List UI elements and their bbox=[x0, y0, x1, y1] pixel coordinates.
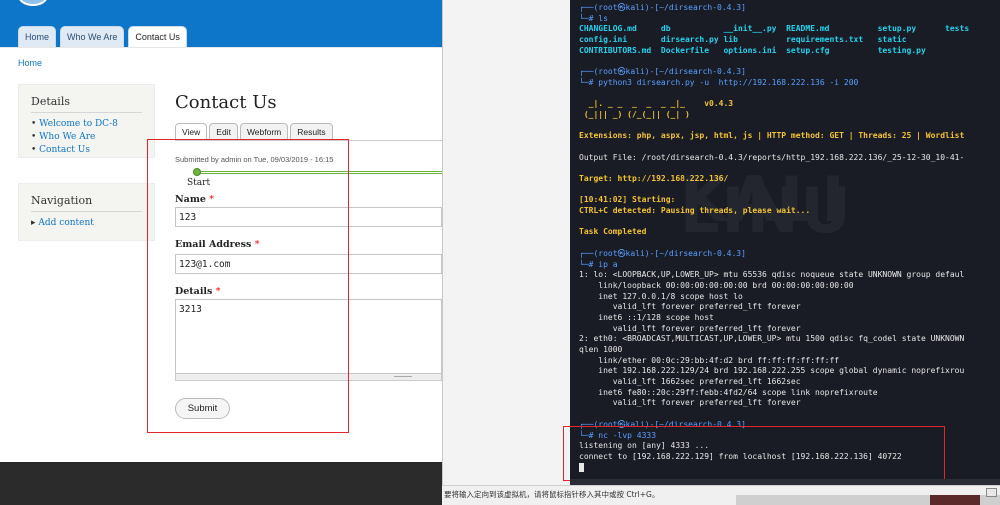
terminal-line: ┌──(root㉿kali)-[~/dirsearch-0.4.3] bbox=[579, 248, 746, 258]
terminal[interactable]: KALI LINU ┌──(root㉿kali)-[~/dirsearch-0.… bbox=[570, 0, 1000, 485]
navigation-block: Navigation Add content bbox=[18, 183, 155, 241]
terminal-line: valid_lft forever preferred_lft forever bbox=[579, 302, 801, 312]
terminal-line: inet 127.0.0.1/8 scope host lo bbox=[579, 291, 743, 301]
nav-tab-who-we-are[interactable]: Who We Are bbox=[60, 26, 125, 47]
terminal-line: inet6 fe80::20c:29ff:febb:4fd2/64 scope … bbox=[579, 387, 878, 397]
nav-link-add-content[interactable]: Add content bbox=[31, 218, 154, 228]
highlight-box-terminal bbox=[563, 426, 945, 481]
highlight-box-form bbox=[147, 139, 349, 433]
terminal-line: (_||| _) (/_(_|| (_| ) bbox=[579, 109, 690, 119]
divider bbox=[31, 211, 142, 212]
main-nav: Home Who We Are Contact Us bbox=[18, 26, 187, 47]
terminal-line: Extensions: php, aspx, jsp, html, js | H… bbox=[579, 131, 965, 141]
status-hint: 要将输入定向到该虚拟机，请将鼠标指针移入其中或按 Ctrl+G。 bbox=[444, 490, 660, 499]
divider bbox=[31, 112, 142, 113]
terminal-line: └─# ls bbox=[579, 13, 608, 23]
terminal-line: [10:41:02] Starting: bbox=[579, 195, 676, 205]
details-link-who-we-are[interactable]: Who We Are bbox=[31, 132, 154, 142]
terminal-line: _|. _ _ _ _ _ _|_ v0.4.3 bbox=[579, 99, 734, 109]
terminal-line: link/ether 00:0c:29:bb:4f:d2 brd ff:ff:f… bbox=[579, 355, 840, 365]
vm-blank-area bbox=[442, 0, 570, 485]
terminal-line: valid_lft forever preferred_lft forever bbox=[579, 398, 801, 408]
navigation-block-title: Navigation bbox=[31, 194, 93, 207]
terminal-line: valid_lft forever preferred_lft forever bbox=[579, 323, 801, 333]
breadcrumb-home-link[interactable]: Home bbox=[18, 58, 42, 68]
local-tasks: View Edit Webform Results bbox=[175, 123, 333, 140]
tab-results[interactable]: Results bbox=[290, 123, 333, 140]
site-header: Home Who We Are Contact Us bbox=[0, 0, 442, 47]
page-title: Contact Us bbox=[175, 92, 277, 113]
terminal-line: Target: http://192.168.222.136/ bbox=[579, 174, 729, 183]
details-block-title: Details bbox=[31, 95, 70, 108]
details-link-welcome[interactable]: Welcome to DC-8 bbox=[31, 119, 154, 129]
background-strip bbox=[930, 495, 980, 505]
terminal-line: config.ini dirsearch.py lib requirements… bbox=[579, 35, 907, 45]
terminal-output: ┌──(root㉿kali)-[~/dirsearch-0.4.3] └─# ls… bbox=[579, 3, 969, 473]
terminal-line: └─# python3 dirsearch.py -u http://192.1… bbox=[579, 77, 859, 87]
terminal-line: link/loopback 00:00:00:00:00:00 brd 00:0… bbox=[579, 280, 854, 290]
terminal-line: CHANGELOG.md db __init__.py README.md se… bbox=[579, 24, 970, 34]
breadcrumb: Home bbox=[0, 47, 442, 75]
terminal-line: inet 192.168.222.129/24 brd 192.168.222.… bbox=[579, 366, 965, 376]
drupal-logo-icon[interactable] bbox=[18, 0, 48, 6]
nav-tab-contact-us[interactable]: Contact Us bbox=[128, 26, 187, 47]
terminal-line: valid_lft 1662sec preferred_lft 1662sec bbox=[579, 377, 801, 387]
tab-webform[interactable]: Webform bbox=[239, 123, 289, 140]
device-icon[interactable] bbox=[986, 488, 997, 497]
details-link-contact-us[interactable]: Contact Us bbox=[31, 145, 154, 155]
tab-edit[interactable]: Edit bbox=[209, 123, 238, 140]
terminal-line: qlen 1000 bbox=[579, 345, 623, 354]
terminal-line: ┌──(root㉿kali)-[~/dirsearch-0.4.3] bbox=[579, 3, 746, 12]
terminal-line: inet6 ::1/128 scope host bbox=[579, 312, 714, 322]
terminal-line: CONTRIBUTORS.md Dockerfile options.ini s… bbox=[579, 45, 926, 55]
terminal-line: ┌──(root㉿kali)-[~/dirsearch-0.4.3] bbox=[579, 67, 746, 77]
terminal-line: CTRL+C detected: Pausing threads, please… bbox=[579, 206, 811, 216]
host-taskbar bbox=[0, 462, 442, 505]
nav-tab-home[interactable]: Home bbox=[18, 26, 57, 47]
terminal-line: Output File: /root/dirsearch-0.4.3/repor… bbox=[579, 152, 965, 162]
terminal-line: Task Completed bbox=[579, 227, 647, 237]
terminal-line: └─# ip a bbox=[579, 259, 618, 269]
terminal-line: 1: lo: <LOOPBACK,UP,LOWER_UP> mtu 65536 … bbox=[579, 270, 965, 280]
details-block: Details Welcome to DC-8 Who We Are Conta… bbox=[18, 84, 155, 158]
terminal-line: 2: eth0: <BROADCAST,MULTICAST,UP,LOWER_U… bbox=[579, 334, 965, 344]
tab-view[interactable]: View bbox=[175, 123, 208, 140]
